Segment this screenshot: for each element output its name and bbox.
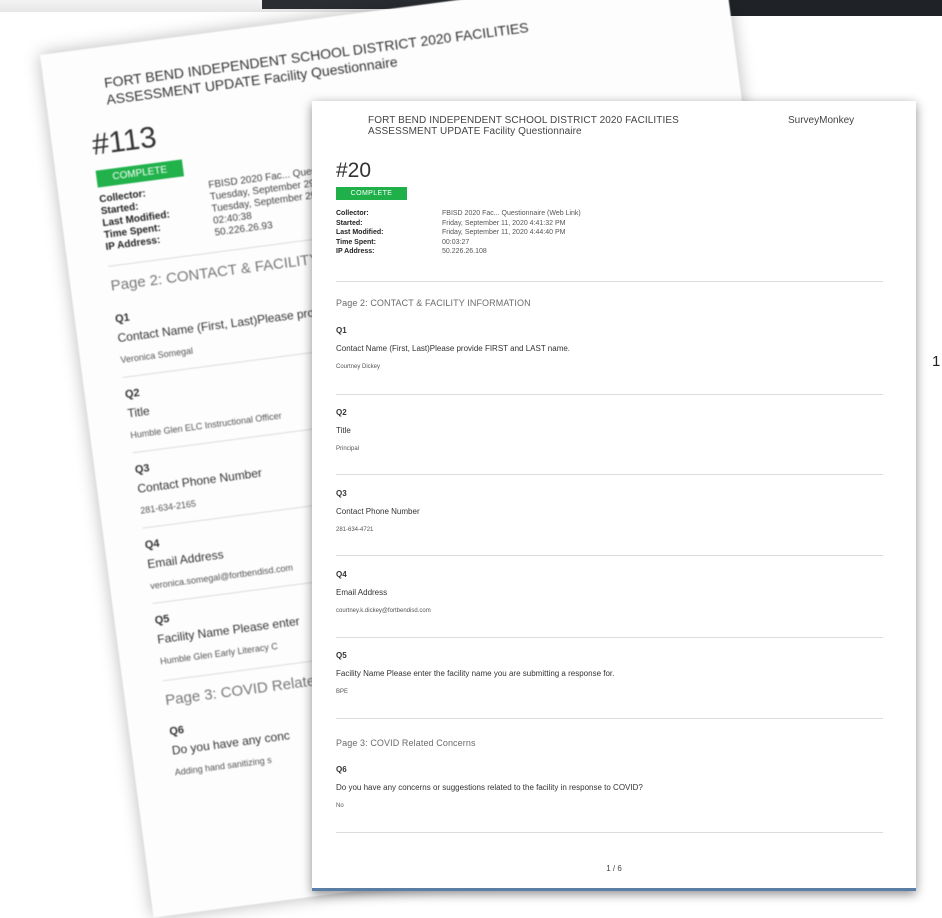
question-block: Q3 Contact Phone Number 281-634-4721: [336, 489, 420, 533]
back-question: Q2 Title Humble Glen ELC Instructional O…: [124, 369, 282, 440]
meta-label: Started:: [336, 219, 363, 227]
meta-row: Started: Friday, September 11, 2020 4:41…: [336, 219, 581, 229]
question-text: Title: [336, 426, 351, 435]
meta-label: Collector:: [336, 210, 369, 217]
question-number: Q2: [336, 408, 347, 417]
header-line1: FORT BEND INDEPENDENT SCHOOL DISTRICT 20…: [368, 115, 679, 126]
response-metadata: Collector: FBISD 2020 Fac... Questionnai…: [336, 209, 581, 257]
meta-value: Friday, September 11, 2020 4:44:40 PM: [442, 229, 566, 236]
front-survey-page: FORT BEND INDEPENDENT SCHOOL DISTRICT 20…: [312, 101, 916, 891]
back-question: Q5 Facility Name Please enter Humble Gle…: [154, 596, 303, 666]
question-block: Q6 Do you have any concerns or suggestio…: [336, 765, 643, 809]
back-q-answer: Adding hand sanitizing s: [174, 754, 273, 778]
section-title: Page 2: CONTACT & FACILITY INFORMATION: [336, 298, 531, 308]
question-divider: [336, 555, 883, 556]
back-q-answer: 281-634-2165: [139, 498, 197, 516]
question-block: Q2 Title Principal: [336, 408, 359, 452]
meta-label: IP Address:: [336, 248, 375, 255]
meta-value: 50.226.26.108: [442, 248, 487, 255]
question-number: Q4: [336, 570, 347, 579]
back-meta-labels: Collector: Started: Last Modified: Time …: [99, 186, 174, 254]
question-answer: 281-634-4721: [336, 527, 374, 533]
question-divider: [336, 394, 883, 395]
status-badge: COMPLETE: [336, 187, 407, 200]
meta-row: Time Spent: 00:03:27: [336, 238, 581, 248]
meta-value: Friday, September 11, 2020 4:41:32 PM: [442, 219, 566, 227]
question-number: Q6: [336, 765, 347, 774]
back-status-badge: COMPLETE: [95, 159, 185, 188]
meta-row: IP Address: 50.226.26.108: [336, 247, 581, 257]
meta-label: Last Modified:: [336, 229, 384, 236]
back-page-header: FORT BEND INDEPENDENT SCHOOL DISTRICT 20…: [103, 19, 532, 109]
question-text: Do you have any concerns or suggestions …: [336, 783, 643, 792]
back-response-number: #113: [90, 120, 159, 162]
side-digit: 1: [932, 353, 941, 370]
back-question: Q4 Email Address veronica.somegal@fortbe…: [144, 521, 293, 591]
question-text: Contact Name (First, Last)Please provide…: [336, 344, 571, 353]
question-number: Q3: [336, 489, 347, 498]
header-line2: ASSESSMENT UPDATE Facility Questionnaire: [368, 126, 582, 137]
section-title: Page 3: COVID Related Concerns: [336, 738, 476, 748]
question-divider: [336, 637, 883, 638]
question-answer: BPE: [336, 689, 349, 695]
meta-row: Last Modified: Friday, September 11, 202…: [336, 228, 581, 238]
question-text: Email Address: [336, 588, 388, 597]
question-answer: Principal: [336, 446, 360, 452]
back-question: Q3 Contact Phone Number 281-634-2165: [134, 448, 265, 516]
meta-value: FBISD 2020 Fac... Questionnaire (Web Lin…: [442, 210, 581, 217]
page-number: 1 / 6: [606, 864, 622, 873]
question-text: Facility Name Please enter the facility …: [336, 669, 615, 678]
brand-name: SurveyMonkey: [788, 115, 855, 126]
section-divider: [336, 718, 883, 719]
meta-label: Time Spent:: [336, 238, 376, 246]
back-meta-values: FBISD 2020 Fac... Questi Tuesday, Septem…: [208, 165, 329, 239]
question-divider: [336, 474, 883, 475]
question-text: Contact Phone Number: [336, 507, 420, 516]
response-number: #20: [336, 159, 372, 182]
page-header: FORT BEND INDEPENDENT SCHOOL DISTRICT 20…: [368, 115, 679, 137]
question-number: Q5: [336, 651, 347, 660]
meta-value: 00:03:27: [442, 238, 470, 246]
back-question: Q6 Do you have any conc Adding hand sani…: [169, 710, 294, 777]
meta-row: Collector: FBISD 2020 Fac... Questionnai…: [336, 209, 581, 219]
question-block: Q5 Facility Name Please enter the facili…: [336, 651, 614, 695]
question-answer: No: [336, 803, 344, 809]
question-block: Q4 Email Address courtney.k.dickey@fortb…: [336, 570, 431, 614]
question-divider: [336, 832, 883, 833]
section-divider: [336, 281, 883, 282]
question-answer: Courtney Dickey: [336, 364, 381, 370]
question-number: Q1: [336, 326, 347, 335]
question-answer: courtney.k.dickey@fortbendisd.com: [336, 608, 431, 614]
question-block: Q1 Contact Name (First, Last)Please prov…: [336, 326, 570, 370]
